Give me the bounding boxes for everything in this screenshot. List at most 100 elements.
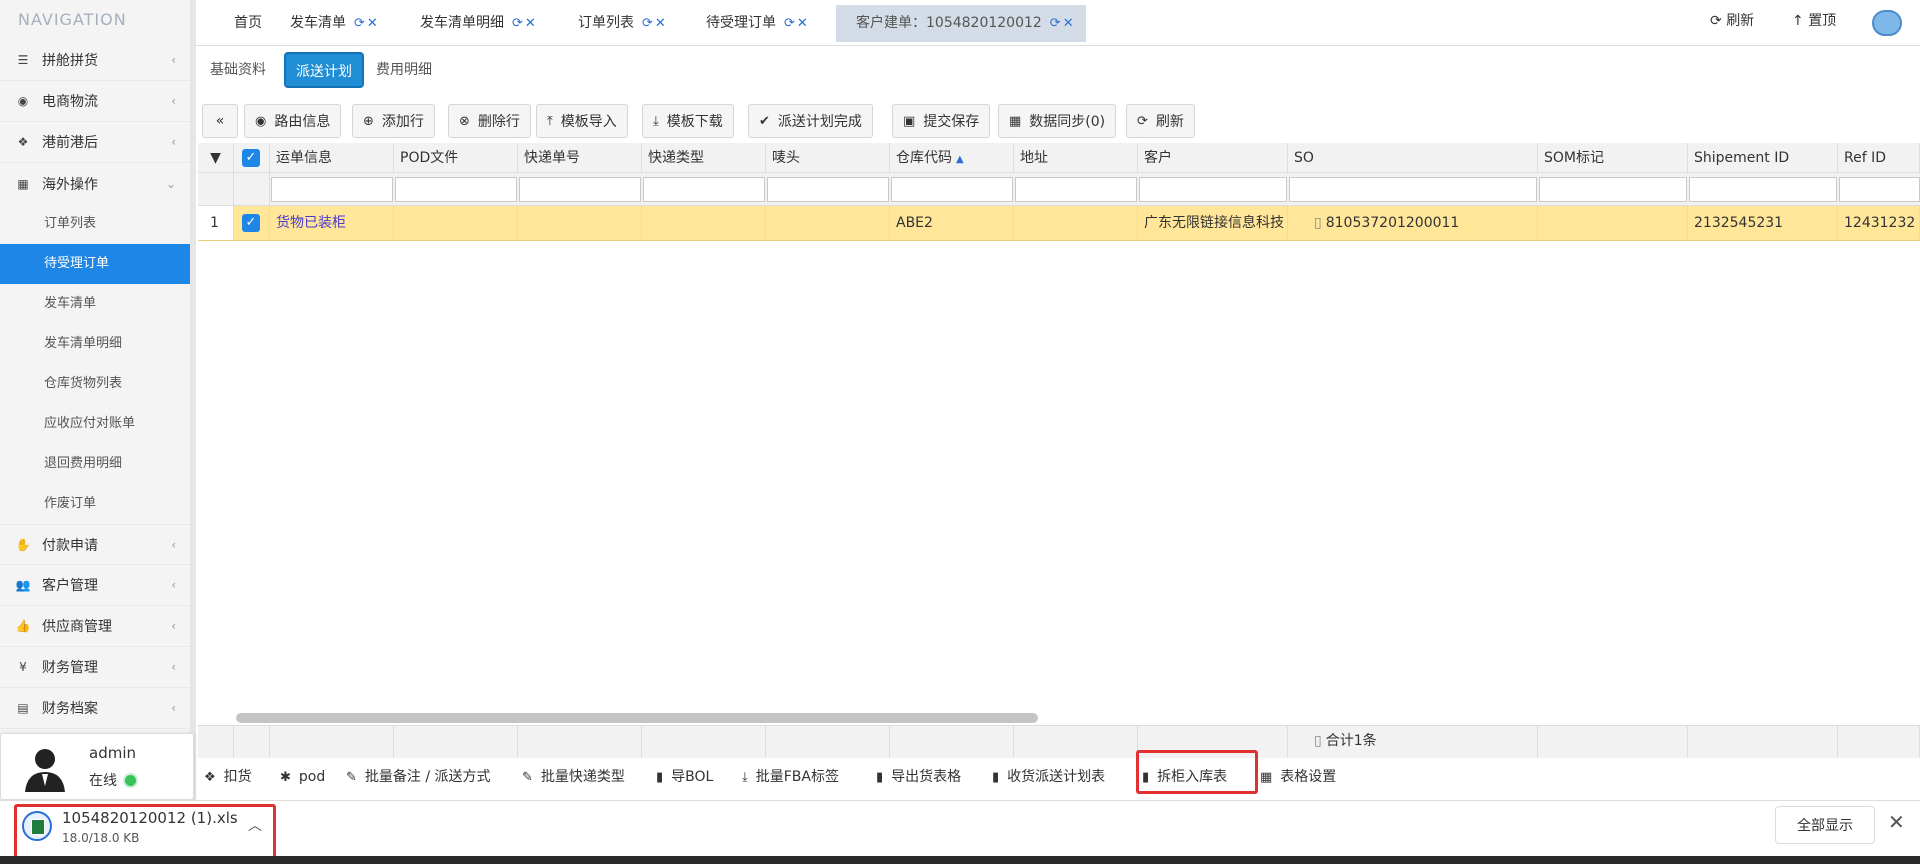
sidebar-item-pinchang[interactable]: ☰ 拼舱拼货 ‹ xyxy=(0,40,190,81)
robot-assistant-icon[interactable] xyxy=(1872,10,1902,36)
col-header-customer[interactable]: 客户 xyxy=(1138,143,1288,172)
col-header-express-no[interactable]: 快递单号 xyxy=(518,143,642,172)
export-bol-button[interactable]: ▮ 导BOL xyxy=(656,762,713,793)
template-download-button[interactable]: ⤓ 模板下载 xyxy=(642,104,734,138)
template-import-button[interactable]: ⤒ 模板导入 xyxy=(536,104,628,138)
refresh-icon[interactable]: ⟳ xyxy=(784,16,795,31)
subtab-basic-info[interactable]: 基础资料 xyxy=(210,52,266,88)
hold-goods-button[interactable]: ❖ 扣货 xyxy=(204,762,252,793)
tab-home[interactable]: 首页 xyxy=(214,5,262,42)
table-settings-button[interactable]: ▦ 表格设置 xyxy=(1260,762,1336,793)
batch-remark-button[interactable]: ✎ 批量备注 / 派送方式 xyxy=(346,762,491,793)
grid-refresh-button[interactable]: ⟳ 刷新 xyxy=(1126,104,1195,138)
filter-input-customer[interactable] xyxy=(1139,177,1287,202)
cell-pod[interactable] xyxy=(394,206,518,240)
cell-address[interactable] xyxy=(1014,206,1138,240)
col-header-waybill[interactable]: 运单信息 xyxy=(270,143,394,172)
cell-express-type[interactable] xyxy=(642,206,766,240)
cell-waybill-link[interactable]: 货物已装柜 xyxy=(270,206,394,240)
show-all-button[interactable]: 全部显示 xyxy=(1775,806,1875,844)
sidebar-subitem-dispatch-list[interactable]: 发车清单 xyxy=(0,284,190,324)
sidebar-subitem-warehouse-goods[interactable]: 仓库货物列表 xyxy=(0,364,190,404)
col-header-mark[interactable]: 唛头 xyxy=(766,143,890,172)
close-icon[interactable]: ✕ xyxy=(1063,16,1074,31)
row-checkbox[interactable]: ✓ xyxy=(242,214,260,232)
close-icon[interactable]: ✕ xyxy=(525,16,536,31)
sidebar-subitem-order-list[interactable]: 订单列表 xyxy=(0,204,190,244)
sidebar-subitem-dispatch-detail[interactable]: 发车清单明细 xyxy=(0,324,190,364)
sidebar-item-payment[interactable]: ✋ 付款申请 ‹ xyxy=(0,524,190,565)
subtab-delivery-plan[interactable]: 派送计划 xyxy=(284,52,364,88)
col-header-ref-id[interactable]: Ref ID xyxy=(1838,143,1920,172)
subtab-fee-detail[interactable]: 费用明细 xyxy=(376,52,432,88)
close-icon[interactable]: ✕ xyxy=(367,16,378,31)
sidebar-item-finance[interactable]: ¥ 财务管理 ‹ xyxy=(0,647,190,688)
cell-ref-id[interactable]: 12431232 xyxy=(1838,206,1920,240)
sidebar-item-overseas[interactable]: ▦ 海外操作 ⌄ xyxy=(0,163,190,204)
tab-dispatch-list[interactable]: 发车清单 ⟳ ✕ xyxy=(270,5,378,42)
cell-som[interactable] xyxy=(1538,206,1688,240)
col-header-pod[interactable]: POD文件 xyxy=(394,143,518,172)
sidebar-subitem-reconciliation[interactable]: 应收应付对账单 xyxy=(0,404,190,444)
col-header-express-type[interactable]: 快递类型 xyxy=(642,143,766,172)
filter-input-mark[interactable] xyxy=(767,177,889,202)
cell-express-no[interactable] xyxy=(518,206,642,240)
close-icon[interactable]: ✕ xyxy=(655,16,666,31)
filter-input-ref-id[interactable] xyxy=(1839,177,1920,202)
pin-top-button[interactable]: ↑ 置顶 xyxy=(1792,10,1836,30)
filter-input-express-no[interactable] xyxy=(519,177,641,202)
sidebar-subitem-pending-orders[interactable]: 待受理订单 xyxy=(0,244,190,284)
horizontal-scrollbar[interactable] xyxy=(236,713,1038,723)
close-icon[interactable]: ✕ xyxy=(797,16,808,31)
tab-order-list[interactable]: 订单列表 ⟳ ✕ xyxy=(558,5,666,42)
cell-mark[interactable] xyxy=(766,206,890,240)
filter-input-waybill[interactable] xyxy=(271,177,393,202)
tab-dispatch-detail[interactable]: 发车清单明细 ⟳ ✕ xyxy=(400,5,536,42)
row-select-cell[interactable]: ✓ xyxy=(234,206,270,240)
cell-so[interactable]: ▯ 810537201200011 xyxy=(1288,206,1538,240)
filter-input-shipment-id[interactable] xyxy=(1689,177,1837,202)
col-header-so[interactable]: SO xyxy=(1288,143,1538,172)
refresh-button[interactable]: ⟳ 刷新 xyxy=(1710,10,1754,30)
submit-save-button[interactable]: ▣ 提交保存 xyxy=(892,104,991,138)
filter-input-so[interactable] xyxy=(1289,177,1537,202)
receive-delivery-plan-button[interactable]: ▮ 收货派送计划表 xyxy=(992,762,1105,793)
data-sync-button[interactable]: ▦ 数据同步(0) xyxy=(998,104,1117,138)
refresh-icon[interactable]: ⟳ xyxy=(512,16,523,31)
filter-input-express-type[interactable] xyxy=(643,177,765,202)
cell-shipment-id[interactable]: 2132545231 xyxy=(1688,206,1838,240)
refresh-icon[interactable]: ⟳ xyxy=(354,16,365,31)
filter-input-som[interactable] xyxy=(1539,177,1687,202)
delivery-plan-complete-button[interactable]: ✔ 派送计划完成 xyxy=(748,104,873,138)
delete-row-button[interactable]: ⊗ 删除行 xyxy=(448,104,531,138)
sidebar-item-ecommerce[interactable]: ◉ 电商物流 ‹ xyxy=(0,81,190,122)
refresh-icon[interactable]: ⟳ xyxy=(642,16,653,31)
filter-input-pod[interactable] xyxy=(395,177,517,202)
filter-icon[interactable]: ▼ xyxy=(198,143,234,172)
refresh-icon[interactable]: ⟳ xyxy=(1050,16,1061,31)
col-header-som[interactable]: SOM标记 xyxy=(1538,143,1688,172)
col-header-shipment-id[interactable]: Shipement ID xyxy=(1688,143,1838,172)
col-header-warehouse[interactable]: 仓库代码 ▲ xyxy=(890,143,1014,172)
sidebar-item-finance-archive[interactable]: ▤ 财务档案 ‹ xyxy=(0,688,190,729)
tab-customer-order[interactable]: 客户建单：1054820120012 ⟳ ✕ xyxy=(836,5,1086,42)
batch-express-type-button[interactable]: ✎ 批量快递类型 xyxy=(522,762,625,793)
export-goods-table-button[interactable]: ▮ 导出货表格 xyxy=(876,762,961,793)
cell-customer[interactable]: 广东无限链接信息科技 xyxy=(1138,206,1288,240)
close-icon[interactable]: ✕ xyxy=(1888,810,1905,834)
col-header-address[interactable]: 地址 xyxy=(1014,143,1138,172)
select-all-cell[interactable]: ✓ xyxy=(234,143,270,172)
sidebar-item-port[interactable]: ❖ 港前港后 ‹ xyxy=(0,122,190,163)
sidebar-item-customers[interactable]: 👥 客户管理 ‹ xyxy=(0,565,190,606)
add-row-button[interactable]: ⊕ 添加行 xyxy=(352,104,435,138)
table-row[interactable]: 1 ✓ 货物已装柜 ABE2 广东无限链接信息科技 ▯ 8105372012000… xyxy=(198,206,1920,241)
tab-pending-orders[interactable]: 待受理订单 ⟳ ✕ xyxy=(686,5,808,42)
route-info-button[interactable]: ◉ 路由信息 xyxy=(244,104,342,138)
filter-input-address[interactable] xyxy=(1015,177,1137,202)
select-all-checkbox[interactable]: ✓ xyxy=(242,149,260,167)
batch-fba-label-button[interactable]: ⤓ 批量FBA标签 xyxy=(742,762,839,793)
sidebar-item-suppliers[interactable]: 👍 供应商管理 ‹ xyxy=(0,606,190,647)
collapse-button[interactable]: « xyxy=(202,104,238,138)
filter-input-warehouse[interactable] xyxy=(891,177,1013,202)
cell-warehouse[interactable]: ABE2 xyxy=(890,206,1014,240)
